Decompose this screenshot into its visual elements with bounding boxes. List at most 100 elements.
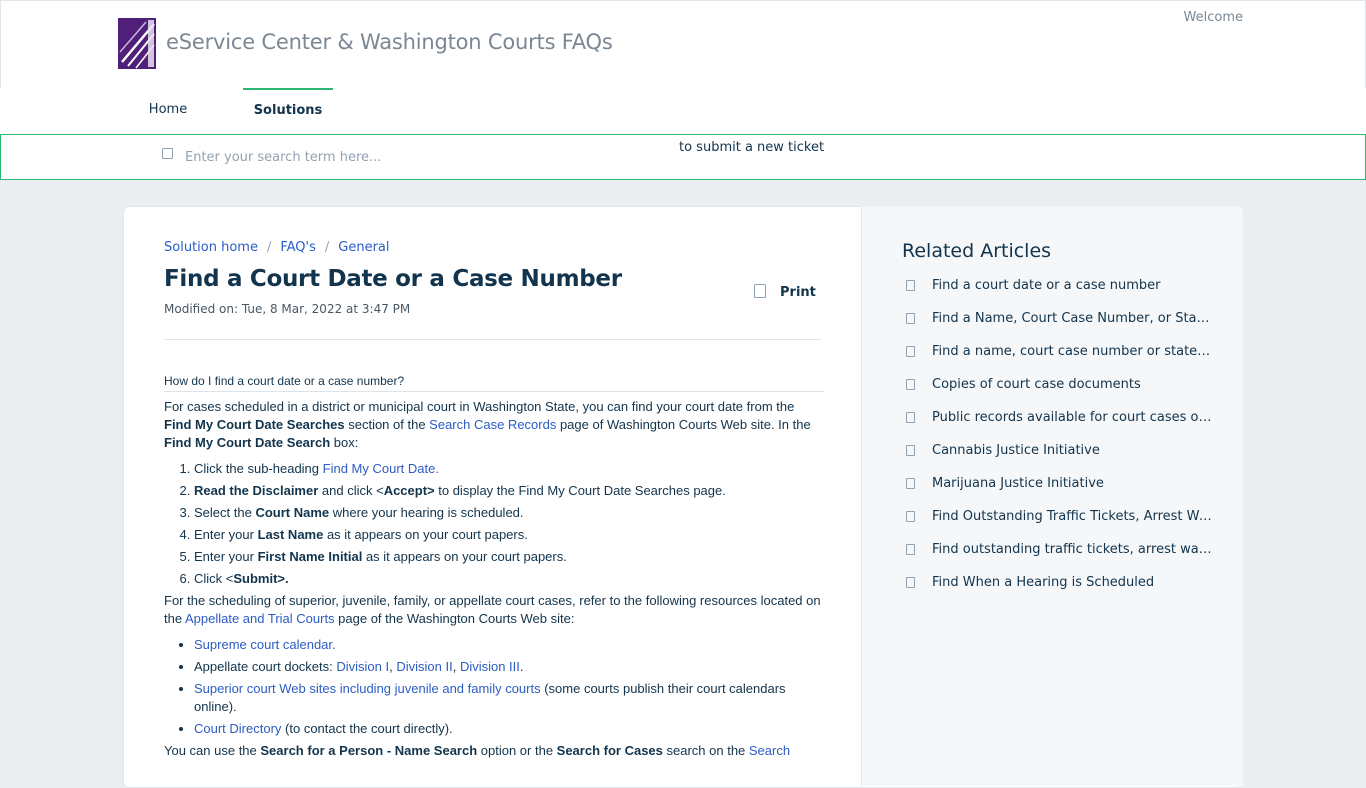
text: section of the: [344, 417, 430, 432]
list-item: Superior court Web sites including juven…: [194, 680, 824, 716]
list-item: Click the sub-heading Find My Court Date…: [194, 460, 824, 478]
division-1-link[interactable]: Division I: [336, 659, 389, 674]
related-article-item[interactable]: Find a Name, Court Case Number, or State…: [902, 309, 1212, 342]
related-article-title: Find a Name, Court Case Number, or State…: [932, 311, 1212, 326]
bold-text: Last Name: [257, 527, 324, 542]
breadcrumb-faqs[interactable]: FAQ's: [280, 240, 316, 255]
related-article-item[interactable]: Public records available for court cases…: [902, 408, 1212, 441]
search-case-records-link[interactable]: Search Case Records: [429, 417, 556, 432]
question-heading: How do I find a court date or a case num…: [164, 374, 824, 392]
text: .: [519, 659, 524, 674]
breadcrumb-solution-home[interactable]: Solution home: [164, 240, 258, 255]
related-article-title: Find a name, court case number or state …: [932, 344, 1212, 359]
text: box:: [330, 435, 359, 450]
bold-text: Search for Cases: [556, 743, 663, 758]
bold-text: First Name Initial: [257, 549, 363, 564]
bold-text: Submit>.: [233, 571, 289, 586]
division-2-link[interactable]: Division II: [396, 659, 452, 674]
related-article-item[interactable]: Copies of court case documents: [902, 375, 1212, 408]
steps-list: Click the sub-heading Find My Court Date…: [164, 460, 824, 588]
list-item: Read the Disclaimer and click <Accept> t…: [194, 482, 824, 500]
related-article-title: Copies of court case documents: [932, 377, 1141, 392]
related-article-title: Public records available for court cases…: [932, 410, 1212, 425]
print-icon: [754, 284, 766, 298]
related-article-title: Cannabis Justice Initiative: [932, 443, 1100, 458]
supreme-court-calendar-link[interactable]: Supreme court calendar.: [194, 637, 336, 652]
text: Appellate court dockets:: [194, 659, 337, 674]
related-article-item[interactable]: Find a court date or a case number: [902, 276, 1212, 309]
document-icon: [906, 445, 915, 456]
document-icon: [906, 412, 915, 423]
text: and click <: [318, 483, 384, 498]
divider: [164, 339, 821, 340]
document-icon: [906, 478, 915, 489]
text: as it appears on your court papers.: [362, 549, 567, 564]
search-bar: to submit a new ticket: [0, 134, 1366, 180]
text: option or the: [477, 743, 557, 758]
modified-date: Modified on: Tue, 8 Mar, 2022 at 3:47 PM: [164, 302, 411, 316]
search-icon: [162, 148, 173, 159]
find-my-court-date-link[interactable]: Find My Court Date.: [323, 461, 439, 476]
related-article-item[interactable]: Find Outstanding Traffic Tickets, Arrest…: [902, 507, 1212, 540]
text: as it appears on your court papers.: [323, 527, 528, 542]
resources-list: Supreme court calendar. Appellate court …: [164, 636, 824, 738]
document-icon: [906, 577, 915, 588]
document-icon: [906, 280, 915, 291]
bold-text: Find My Court Date Search: [164, 435, 331, 450]
document-icon: [906, 379, 915, 390]
list-item: Enter your First Name Initial as it appe…: [194, 548, 824, 566]
text: For cases scheduled in a district or mun…: [164, 399, 795, 414]
text: Enter your: [194, 527, 258, 542]
related-article-item[interactable]: Marijuana Justice Initiative: [902, 474, 1212, 507]
list-item: Enter your Last Name as it appears on yo…: [194, 526, 824, 544]
nav-home[interactable]: Home: [128, 88, 208, 132]
welcome-text: Welcome: [1183, 10, 1243, 25]
article-body: How do I find a court date or a case num…: [164, 374, 824, 760]
related-article-title: Marijuana Justice Initiative: [932, 476, 1104, 491]
search-paragraph: You can use the Search for a Person - Na…: [164, 742, 824, 760]
breadcrumb-separator: /: [266, 240, 272, 255]
appellate-trial-courts-link[interactable]: Appellate and Trial Courts: [185, 611, 335, 626]
text: search on the: [662, 743, 749, 758]
breadcrumb-separator: /: [324, 240, 330, 255]
breadcrumb-general[interactable]: General: [338, 240, 389, 255]
text: You can use the: [164, 743, 261, 758]
related-article-title: Find a court date or a case number: [932, 278, 1161, 293]
related-article-title: Find outstanding traffic tickets, arrest…: [932, 542, 1212, 557]
logo-icon[interactable]: [118, 18, 156, 69]
bold-text: Accept>: [383, 483, 435, 498]
related-article-title: Find When a Hearing is Scheduled: [932, 575, 1155, 590]
document-icon: [906, 313, 915, 324]
court-directory-link[interactable]: Court Directory: [194, 721, 281, 736]
text: to display the Find My Court Date Search…: [434, 483, 726, 498]
list-item: Select the Court Name where your hearing…: [194, 504, 824, 522]
related-article-item[interactable]: Cannabis Justice Initiative: [902, 441, 1212, 474]
text: page of Washington Courts Web site. In t…: [556, 417, 811, 432]
bold-text: Court Name: [255, 505, 330, 520]
document-icon: [906, 544, 915, 555]
list-item: Appellate court dockets: Division I, Div…: [194, 658, 824, 676]
text: Select the: [194, 505, 256, 520]
related-article-title: Find Outstanding Traffic Tickets, Arrest…: [932, 509, 1212, 524]
nav-solutions[interactable]: Solutions: [243, 88, 333, 132]
related-article-item[interactable]: Find outstanding traffic tickets, arrest…: [902, 540, 1212, 573]
brand-title[interactable]: eService Center & Washington Courts FAQs: [166, 30, 613, 54]
search-link[interactable]: Search: [749, 743, 790, 758]
breadcrumb: Solution home / FAQ's / General: [164, 240, 390, 255]
main-nav: Home Solutions: [0, 88, 1366, 134]
text: Enter your: [194, 549, 258, 564]
text: ,: [452, 659, 460, 674]
division-3-link[interactable]: Division III: [460, 659, 520, 674]
related-article-item[interactable]: Find a name, court case number or state …: [902, 342, 1212, 375]
list-item: Click <Submit>.: [194, 570, 824, 588]
superior-court-link[interactable]: Superior court Web sites including juven…: [194, 681, 541, 696]
intro-paragraph: For cases scheduled in a district or mun…: [164, 398, 824, 452]
related-article-item[interactable]: Find When a Hearing is Scheduled: [902, 573, 1212, 606]
text: where your hearing is scheduled.: [329, 505, 524, 520]
print-label: Print: [780, 285, 816, 300]
document-icon: [906, 511, 915, 522]
search-input[interactable]: [183, 145, 627, 169]
text: Click <: [194, 571, 234, 586]
text: page of the Washington Courts Web site:: [334, 611, 575, 626]
print-button[interactable]: Print: [754, 284, 816, 300]
